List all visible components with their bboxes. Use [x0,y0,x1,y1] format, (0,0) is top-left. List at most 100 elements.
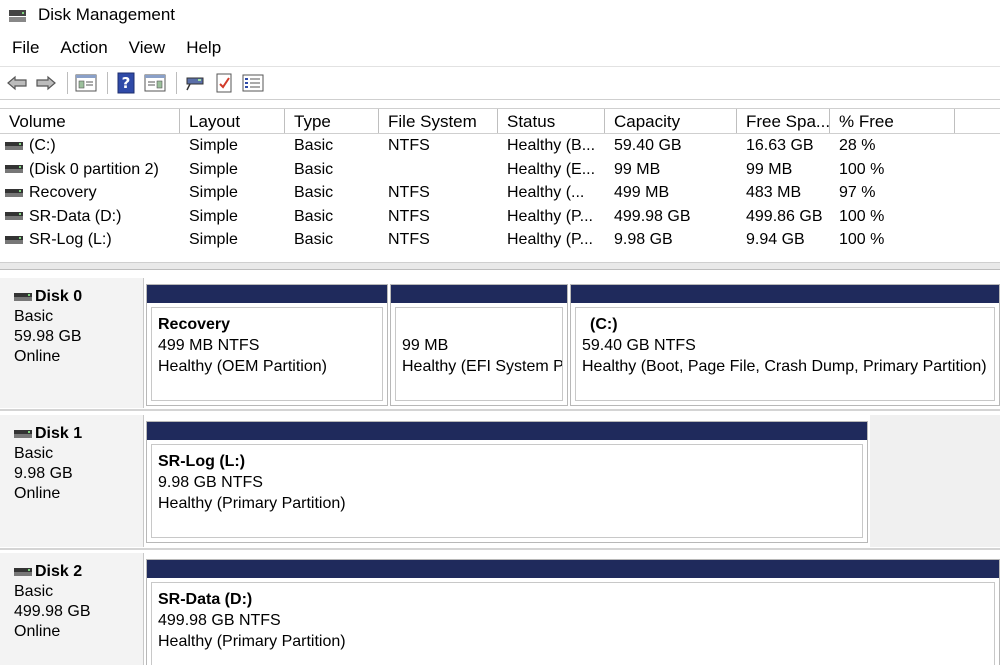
cell-volume: SR-Log (L:) [0,228,180,252]
partition-size: 499.98 GB NTFS [158,612,281,629]
table-row[interactable]: SR-Data (D:) Simple Basic NTFS Healthy (P...… [0,205,1000,229]
partition-status: Healthy (Primary Partition) [158,495,346,512]
disk-name: Disk 0 [35,288,83,305]
volume-name: SR-Data (D:) [29,207,122,225]
title-bar: Disk Management [0,0,1000,30]
column-header-percent-free[interactable]: % Free [830,109,955,133]
checklist-icon[interactable] [211,70,237,96]
partition-bar [571,285,999,303]
cell-type: Basic [294,184,334,201]
column-header-free-space[interactable]: Free Spa... [737,109,830,133]
cell-volume: Recovery [0,181,180,205]
cell-layout: Simple [189,207,238,225]
cell-capacity: 99 MB [614,160,661,178]
volume-icon [5,165,23,174]
table-row[interactable]: SR-Log (L:) Simple Basic NTFS Healthy (P... 9… [0,228,1000,252]
column-header-capacity[interactable]: Capacity [605,109,737,133]
cell-percent-free: 28 % [839,137,876,154]
partition-c[interactable]: (C:) 59.40 GB NTFS Healthy (Boot, Page F… [570,284,1000,406]
cell-volume: (Disk 0 partition 2) [0,158,180,182]
window-title: Disk Management [38,5,176,24]
disk-size: 499.98 GB [14,603,91,620]
cell-file-system: NTFS [388,137,430,154]
disk-management-icon [8,7,28,23]
disk-state: Online [14,485,61,502]
cell-percent-free: 100 % [839,207,885,225]
menu-bar: File Action View Help [0,34,1000,62]
cell-free-space: 483 MB [746,184,802,201]
menu-action[interactable]: Action [60,38,107,58]
partition-sr-log[interactable]: SR-Log (L:) 9.98 GB NTFS Healthy (Primar… [146,421,868,543]
cell-type: Basic [294,231,334,248]
pane-splitter[interactable] [0,262,1000,270]
volume-icon [5,212,23,221]
disk-label-0[interactable]: Disk 0 Basic 59.98 GB Online [0,278,144,408]
disk-label-1[interactable]: Disk 1 Basic 9.98 GB Online [0,415,144,547]
partition-bar [147,285,387,303]
cell-free-space: 9.94 GB [746,231,805,248]
disk-icon [14,568,32,576]
partition-status: Healthy (EFI System P [402,358,563,375]
properties-pane-icon[interactable] [142,70,168,96]
table-row[interactable]: Recovery Simple Basic NTFS Healthy (... 499 M… [0,181,1000,205]
partition-sr-data[interactable]: SR-Data (D:) 499.98 GB NTFS Healthy (Pri… [146,559,1000,665]
cell-file-system: NTFS [388,184,430,201]
back-arrow-icon[interactable] [4,70,30,96]
column-header-status[interactable]: Status [498,109,605,133]
connect-icon[interactable] [182,70,208,96]
menu-view[interactable]: View [129,38,166,58]
partition-status: Healthy (Boot, Page File, Crash Dump, Pr… [582,358,987,375]
disk-label-2[interactable]: Disk 2 Basic 499.98 GB Online [0,553,144,665]
column-header-volume[interactable]: Volume [0,109,180,133]
svg-text:?: ? [122,74,131,92]
cell-free-space: 99 MB [746,160,793,178]
partition-bar [147,560,999,578]
disk-type: Basic [14,308,54,325]
volume-name: Recovery [29,184,97,202]
list-view-icon[interactable] [240,70,266,96]
cell-percent-free: 100 % [839,160,885,178]
cell-status: Healthy (E... [507,160,596,178]
cell-layout: Simple [189,231,238,248]
partition-name: SR-Log (L:) [158,453,246,470]
column-header-layout[interactable]: Layout [180,109,285,133]
disk-name: Disk 2 [35,563,83,580]
partition-recovery[interactable]: Recovery 499 MB NTFS Healthy (OEM Partit… [146,284,388,406]
table-row[interactable]: (Disk 0 partition 2) Simple Basic Healthy (… [0,158,1000,182]
disk-graphical-view: Disk 0 Basic 59.98 GB Online Recovery 49… [0,270,1000,665]
column-header-type[interactable]: Type [285,109,379,133]
partition-efi[interactable]: 99 MB Healthy (EFI System P [390,284,568,406]
menu-help[interactable]: Help [186,38,221,58]
disk-size: 59.98 GB [14,328,82,345]
column-header-blank [955,109,1000,133]
cell-percent-free: 97 % [839,184,876,201]
help-icon[interactable]: ? [113,70,139,96]
volume-list-rows: (C:) Simple Basic NTFS Healthy (B... 59.40 GB… [0,134,1000,252]
partition-size: 99 MB [402,337,449,354]
disk-icon [14,293,32,301]
disk-name: Disk 1 [35,425,83,442]
cell-type: Basic [294,137,334,154]
volume-name: (C:) [29,137,56,155]
table-row[interactable]: (C:) Simple Basic NTFS Healthy (B... 59.40 GB… [0,134,1000,158]
cell-capacity: 9.98 GB [614,231,673,248]
disk-icon [14,430,32,438]
volume-name: (Disk 0 partition 2) [29,160,159,178]
toolbar-separator [67,72,68,94]
toolbar: ? [0,66,1000,100]
cell-layout: Simple [189,184,238,201]
column-header-file-system[interactable]: File System [379,109,498,133]
menu-file[interactable]: File [12,38,39,58]
partition-size: 59.40 GB NTFS [582,337,696,354]
empty-disk-area [870,415,1000,547]
cell-percent-free: 100 % [839,231,885,248]
partition-name: SR-Data (D:) [158,591,253,608]
console-tree-icon[interactable] [73,70,99,96]
partition-bar [391,285,567,303]
cell-free-space: 499.86 GB [746,207,823,225]
partition-status: Healthy (Primary Partition) [158,633,346,650]
forward-arrow-icon[interactable] [33,70,59,96]
cell-volume: (C:) [0,134,180,158]
cell-layout: Simple [189,137,238,154]
volume-list: Volume Layout Type File System Status Ca… [0,108,1000,260]
